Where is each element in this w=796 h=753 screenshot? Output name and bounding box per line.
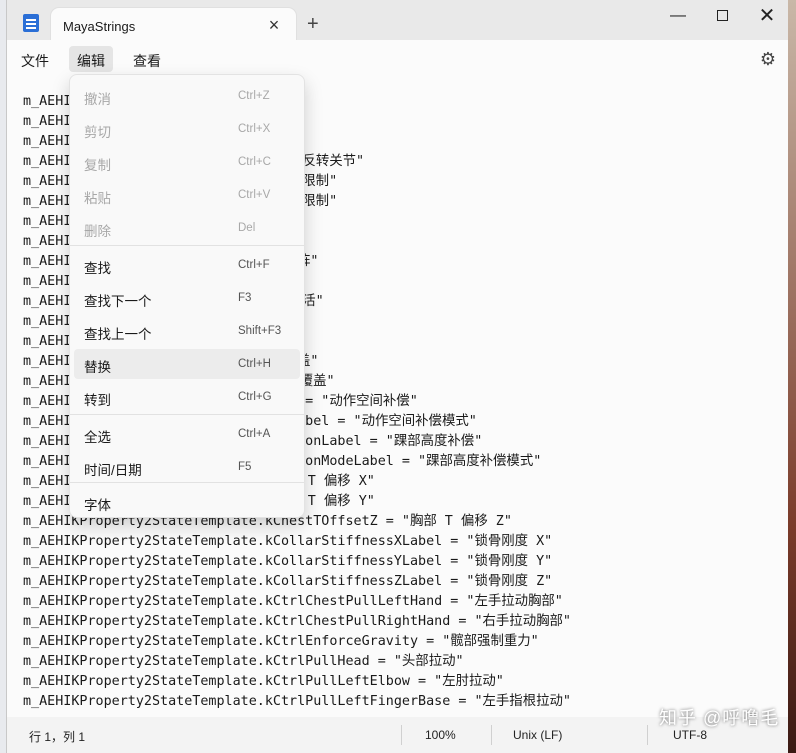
document-tab[interactable]: MayaStrings ×	[51, 8, 296, 42]
status-divider	[647, 725, 648, 745]
menu-separator	[70, 414, 304, 415]
menu-item-label: 复制	[84, 158, 111, 173]
menu-edit[interactable]: 编辑	[69, 46, 113, 72]
edit-menu-item[interactable]: 字体	[74, 487, 300, 517]
menu-item-shortcut: Ctrl+C	[238, 156, 271, 168]
watermark-text: 知乎 @呼噜毛	[659, 708, 780, 728]
minimize-icon[interactable]: —	[663, 6, 693, 26]
menu-item-shortcut: Shift+F3	[238, 325, 282, 337]
settings-gear-icon[interactable]: ⚙	[757, 48, 779, 70]
menu-item-label: 查找	[84, 261, 111, 276]
menu-item-label: 剪切	[84, 125, 111, 140]
edit-menu-item[interactable]: 撤消 Ctrl+Z	[74, 81, 300, 111]
menu-separator	[70, 482, 304, 483]
menu-item-label: 替换	[84, 360, 111, 375]
vertical-scrollbar[interactable]	[781, 80, 785, 710]
menu-item-shortcut: Ctrl+Z	[238, 90, 270, 102]
menu-item-label: 全选	[84, 430, 111, 445]
menu-item-label: 查找上一个	[84, 327, 152, 342]
notepad-window: MayaStrings × + — ✕ 文件 编辑 查看 ⚙ m_AEHIK l…	[6, 0, 788, 753]
edit-menu-item[interactable]: 转到 Ctrl+G	[74, 382, 300, 412]
notepad-app-icon	[23, 14, 39, 32]
menu-item-label: 时间/日期	[84, 463, 142, 478]
close-window-icon[interactable]: ✕	[752, 6, 782, 26]
menu-item-shortcut: Del	[238, 222, 256, 234]
menu-file[interactable]: 文件	[13, 46, 57, 72]
editor-line[interactable]: m_AEHIKProperty2StateTemplate.kCtrlPullH…	[23, 652, 571, 672]
edit-menu-item[interactable]: 时间/日期 F5	[74, 452, 300, 482]
editor-line[interactable]: m_AEHIKProperty2StateTemplate.kCtrlEnfor…	[23, 632, 571, 652]
editor-line[interactable]: m_AEHIKProperty2StateTemplate.kCtrlPullL…	[23, 692, 571, 712]
close-tab-icon[interactable]: ×	[264, 15, 284, 35]
edit-menu-item[interactable]: 删除 Del	[74, 213, 300, 243]
menu-item-label: 查找下一个	[84, 294, 152, 309]
menu-item-label: 转到	[84, 393, 111, 408]
new-tab-icon[interactable]: +	[307, 14, 319, 34]
menu-item-shortcut: F3	[238, 292, 252, 304]
encoding[interactable]: UTF-8	[673, 728, 707, 742]
edit-menu-item[interactable]: 查找下一个 F3	[74, 283, 300, 313]
menu-item-label: 删除	[84, 224, 111, 239]
edit-menu-item[interactable]: 全选 Ctrl+A	[74, 419, 300, 449]
edit-menu-item[interactable]: 粘贴 Ctrl+V	[74, 180, 300, 210]
editor-line[interactable]: m_AEHIKProperty2StateTemplate.kCollarSti…	[23, 572, 571, 592]
edit-menu-item[interactable]: 复制 Ctrl+C	[74, 147, 300, 177]
tab-title: MayaStrings	[63, 19, 136, 34]
status-divider	[491, 725, 492, 745]
menu-item-label: 粘贴	[84, 191, 111, 206]
editor-line[interactable]: m_AEHIKProperty2StateTemplate.kCollarSti…	[23, 552, 571, 572]
menu-item-shortcut: Ctrl+A	[238, 428, 271, 440]
menu-item-label: 字体	[84, 498, 111, 513]
menu-item-shortcut: Ctrl+F	[238, 259, 270, 271]
edit-menu-item[interactable]: 查找 Ctrl+F	[74, 250, 300, 280]
edit-menu-dropdown: 撤消 Ctrl+Z 剪切 Ctrl+X 复制 Ctrl+C 粘贴 Ctrl+V 删除 Del 查找 C…	[69, 74, 305, 518]
menu-item-shortcut: F5	[238, 461, 252, 473]
editor-line[interactable]: m_AEHIKProperty2StateTemplate.kCtrlPullL…	[23, 672, 571, 692]
editor-line[interactable]: m_AEHIKProperty2StateTemplate.kCtrlChest…	[23, 592, 571, 612]
maximize-icon[interactable]	[707, 6, 737, 27]
menu-item-shortcut: Ctrl+G	[238, 391, 272, 403]
cursor-position: 行 1，列 1	[29, 730, 86, 744]
menu-item-shortcut: Ctrl+X	[238, 123, 271, 135]
menu-item-shortcut: Ctrl+H	[238, 358, 271, 370]
edit-menu-item[interactable]: 剪切 Ctrl+X	[74, 114, 300, 144]
menu-item-shortcut: Ctrl+V	[238, 189, 271, 201]
line-ending[interactable]: Unix (LF)	[513, 728, 562, 742]
status-divider	[401, 725, 402, 745]
menu-separator	[70, 245, 304, 246]
menu-view[interactable]: 查看	[125, 46, 169, 72]
menu-bar: 文件 编辑 查看 ⚙	[7, 40, 788, 76]
edit-menu-item[interactable]: 替换 Ctrl+H	[74, 349, 300, 379]
editor-line[interactable]: m_AEHIKProperty2StateTemplate.kCollarSti…	[23, 532, 571, 552]
editor-line[interactable]: m_AEHIKProperty2StateTemplate.kCtrlChest…	[23, 612, 571, 632]
edit-menu-item[interactable]: 查找上一个 Shift+F3	[74, 316, 300, 346]
zoom-level[interactable]: 100%	[425, 728, 456, 742]
title-bar: MayaStrings × + — ✕	[7, 0, 788, 42]
menu-item-label: 撤消	[84, 92, 111, 107]
